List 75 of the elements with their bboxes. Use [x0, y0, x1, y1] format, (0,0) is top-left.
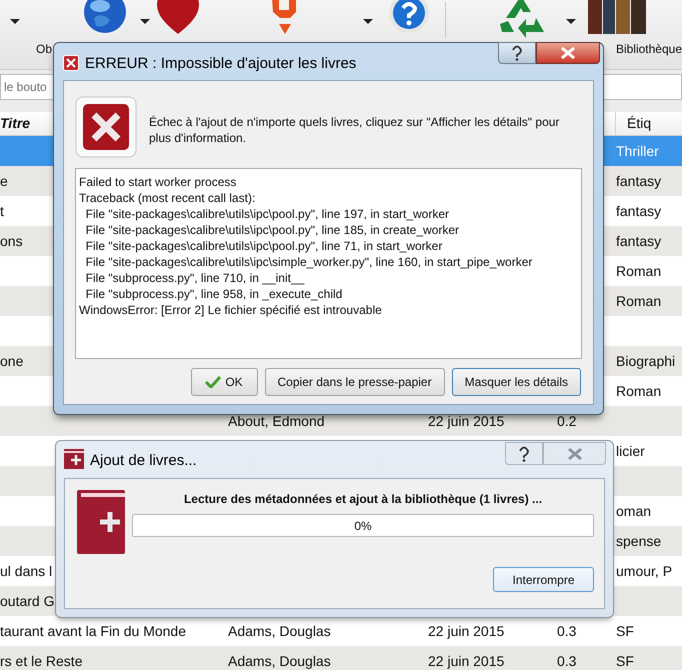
- table-cell: e: [0, 173, 8, 189]
- help-icon: [518, 446, 530, 462]
- download-badge-icon[interactable]: [269, 0, 299, 36]
- close-icon: [561, 47, 575, 59]
- table-cell: Adams, Douglas: [228, 623, 331, 639]
- help-button[interactable]: [498, 42, 536, 64]
- dropdown-arrow-icon[interactable]: [140, 19, 150, 24]
- error-message: Échec à l'ajout de n'importe quels livres, cliquez sur "Afficher les détails" pour plus d'information.: [149, 114, 560, 146]
- window-title: ERREUR : Impossible d'ajouter les livres: [85, 54, 356, 74]
- table-cell: 0.3: [557, 623, 576, 639]
- book-icon: [77, 490, 125, 554]
- error-icon: [63, 55, 79, 71]
- status-text: Lecture des métadonnées et ajout à la bibliothèque (1 livres) ...: [182, 491, 544, 508]
- details-line: File "site-packages\calibre\utils\ipc\simple_worker.py", line 160, in start_pipe_worker: [84, 254, 532, 270]
- table-cell: one: [0, 353, 24, 369]
- table-cell: licier: [616, 443, 645, 459]
- details-line: File "site-packages\calibre\utils\ipc\pool.py", line 71, in start_worker: [84, 238, 442, 254]
- table-cell: oman: [616, 503, 652, 519]
- table-cell: ul dans l: [0, 563, 52, 579]
- close-button[interactable]: [536, 42, 600, 64]
- table-cell: Roman: [616, 263, 662, 279]
- checkmark-icon: [205, 376, 222, 388]
- table-cell: About, Edmond: [228, 413, 325, 429]
- table-cell: umour, P: [616, 563, 672, 579]
- dialog-button[interactable]: Masquer les détails: [452, 368, 581, 396]
- table-cell: 22 juin 2015: [428, 653, 504, 669]
- dialog-button[interactable]: Interrompre: [493, 567, 594, 592]
- table-cell: fantasy: [616, 203, 662, 219]
- details-line: Traceback (most recent call last):: [79, 190, 256, 206]
- table-cell: SF: [616, 653, 634, 669]
- books-icon[interactable]: [586, 0, 648, 36]
- table-cell: spense: [616, 533, 662, 549]
- book-icon: [64, 449, 84, 469]
- details-line: Failed to start worker process: [79, 174, 236, 190]
- window-title: Ajout de livres...: [90, 451, 197, 471]
- details-line: WindowsError: [Error 2] Le fichier spécifié est introuvable: [79, 302, 382, 318]
- table-cell: 22 juin 2015: [428, 413, 504, 429]
- ok-button[interactable]: OK: [190, 368, 258, 396]
- dialog-button[interactable]: Copier dans le presse-papier: [264, 368, 445, 396]
- details-line: File "subprocess.py", line 710, in __init__: [84, 270, 304, 286]
- progress-reading: 0%: [354, 518, 372, 534]
- table-cell: Adams, Douglas: [228, 653, 331, 669]
- help-icon[interactable]: [388, 0, 430, 36]
- error-icon: [75, 96, 137, 158]
- table-cell: Roman: [616, 383, 662, 399]
- column-header[interactable]: Titre: [0, 113, 30, 134]
- table-row[interactable]: taurant avant la Fin du Monde Adams, Douglas 22 juin 2015 0.3 SF: [0, 616, 682, 646]
- table-cell: taurant avant la Fin du Monde: [0, 623, 186, 639]
- table-cell: 0.3: [557, 653, 576, 669]
- table-cell: fantasy: [616, 173, 662, 189]
- help-button[interactable]: [505, 442, 543, 465]
- dropdown-arrow-icon[interactable]: [10, 19, 20, 24]
- details-line: File "site-packages\calibre\utils\ipc\pool.py", line 197, in start_worker: [84, 206, 450, 222]
- help-icon: [511, 45, 523, 61]
- details-line: File "subprocess.py", line 958, in _execute_child: [84, 286, 342, 302]
- toolbar-label[interactable]: Bibliothèque: [616, 40, 682, 58]
- table-cell: Biographi: [616, 353, 676, 369]
- table-cell: fantasy: [616, 233, 662, 249]
- dropdown-arrow-icon[interactable]: [566, 19, 576, 24]
- table-cell: rs et le Reste: [0, 653, 82, 669]
- dropdown-arrow-icon[interactable]: [363, 19, 373, 24]
- table-row[interactable]: rs et le Reste Adams, Douglas 22 juin 2015 0.3 SF: [0, 646, 682, 670]
- table-cell: Roman: [616, 293, 662, 309]
- details-line: File "site-packages\calibre\utils\ipc\pool.py", line 185, in create_worker: [84, 222, 460, 238]
- table-cell: outard G: [0, 593, 54, 609]
- table-cell: 0.2: [557, 413, 576, 429]
- table-cell: Thriller: [616, 143, 659, 159]
- table-cell: 22 juin 2015: [428, 623, 504, 639]
- heart-icon[interactable]: [155, 0, 201, 36]
- table-cell: SF: [616, 623, 634, 639]
- table-cell: ons: [0, 233, 23, 249]
- toolbar-label[interactable]: Ob: [36, 40, 52, 58]
- close-icon: [568, 448, 582, 460]
- column-header[interactable]: Étiq: [627, 115, 652, 131]
- table-cell: t: [0, 203, 4, 219]
